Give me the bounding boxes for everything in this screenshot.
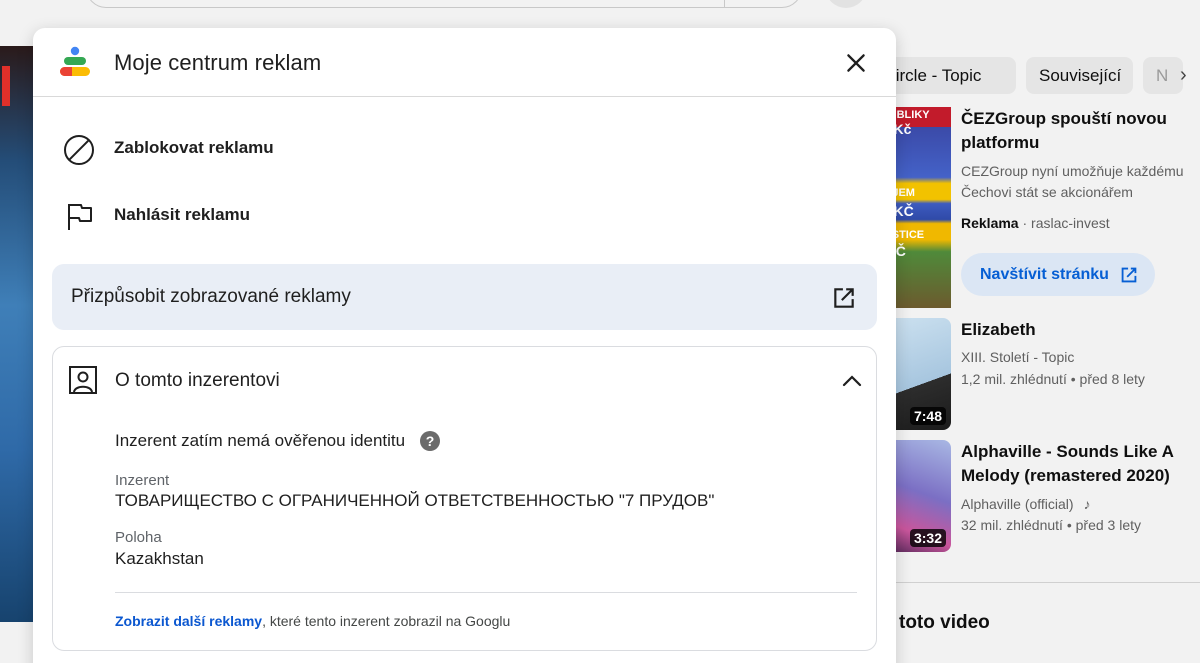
ad-description-2: Čechovi stát se akcionářem bbox=[961, 184, 1133, 200]
video-views: 32 mil. zhlédnutí bbox=[961, 517, 1063, 533]
sponsored-label: Reklama bbox=[961, 215, 1019, 231]
block-icon bbox=[64, 135, 94, 165]
search-bar[interactable] bbox=[86, 0, 802, 8]
external-link-icon bbox=[1121, 267, 1137, 283]
video-title[interactable]: Alphaville - Sounds Like A Melody (remas… bbox=[961, 440, 1200, 488]
customize-ads-label: Přizpůsobit zobrazované reklamy bbox=[71, 286, 351, 307]
verification-status: Inzerent zatím nemá ověřenou identitu bbox=[115, 431, 406, 450]
advertiser-card: O tomto inzerentovi Inzerent zatím nemá … bbox=[52, 346, 877, 651]
section-title: toto video bbox=[899, 612, 990, 633]
channel-name: Alphaville (official) bbox=[961, 496, 1074, 512]
advertiser-label: Inzerent bbox=[115, 472, 170, 489]
chip-partial[interactable]: N bbox=[1143, 57, 1183, 94]
report-ad-button[interactable]: Nahlásit reklamu bbox=[33, 185, 896, 245]
more-ads-link[interactable]: Zobrazit další reklamy bbox=[115, 613, 262, 629]
search-button[interactable] bbox=[724, 0, 802, 8]
dialog-header: Moje centrum reklam bbox=[33, 28, 896, 97]
block-ad-label: Zablokovat reklamu bbox=[114, 138, 274, 157]
close-icon[interactable] bbox=[843, 50, 869, 76]
video-channel[interactable]: Alphaville (official) ♪ bbox=[961, 493, 1090, 515]
ad-title[interactable]: ČEZGroup spouští novou platformu bbox=[961, 107, 1196, 155]
visit-site-button[interactable]: Navštívit stránku bbox=[961, 253, 1155, 296]
chip-related[interactable]: Související bbox=[1026, 57, 1133, 94]
dialog-title: Moje centrum reklam bbox=[114, 50, 322, 75]
video-age: před 3 lety bbox=[1075, 517, 1142, 533]
ad-description-1: CEZGroup nyní umožňuje každému bbox=[961, 163, 1184, 179]
visit-site-label: Navštívit stránku bbox=[980, 266, 1109, 283]
advertiser-section-title: O tomto inzerentovi bbox=[115, 370, 280, 391]
dot-separator: • bbox=[1070, 371, 1080, 387]
help-icon[interactable]: ? bbox=[420, 431, 440, 451]
duration-badge: 3:32 bbox=[909, 529, 946, 547]
advertiser-section-toggle[interactable]: O tomto inzerentovi bbox=[53, 347, 876, 413]
ad-advertiser: raslac-invest bbox=[1031, 215, 1110, 231]
advertiser-value: ТОВАРИЩЕСТВО С ОГРАНИЧЕННОЙ ОТВЕТСТВЕННО… bbox=[115, 491, 715, 510]
video-age: před 8 lety bbox=[1079, 371, 1145, 387]
video-views: 1,2 mil. zhlédnutí bbox=[961, 371, 1067, 387]
music-note-icon: ♪ bbox=[1083, 496, 1091, 512]
more-ads-rest: , které tento inzerent zobrazil na Googl… bbox=[262, 613, 511, 629]
ad-sponsor-line: Reklama · raslac-invest bbox=[961, 212, 1110, 234]
flag-icon bbox=[68, 204, 92, 230]
dot-separator: · bbox=[1022, 215, 1032, 231]
person-icon bbox=[69, 366, 97, 394]
voice-search-button[interactable] bbox=[826, 0, 866, 8]
more-ads-text: Zobrazit další reklamy, které tento inze… bbox=[115, 613, 510, 629]
video-channel[interactable]: XIII. Století - Topic bbox=[961, 346, 1074, 368]
ad-center-logo-icon bbox=[60, 46, 90, 76]
divider bbox=[115, 592, 857, 593]
video-player[interactable] bbox=[0, 46, 36, 622]
my-ad-center-dialog: Moje centrum reklam Zablokovat reklamu N… bbox=[33, 28, 896, 663]
divider bbox=[870, 582, 1200, 583]
duration-badge: 7:48 bbox=[909, 407, 946, 425]
chevron-right-icon[interactable]: › bbox=[1180, 64, 1187, 87]
block-ad-button[interactable]: Zablokovat reklamu bbox=[33, 118, 896, 178]
chevron-up-icon bbox=[842, 375, 862, 387]
location-label: Poloha bbox=[115, 529, 162, 546]
report-ad-label: Nahlásit reklamu bbox=[114, 205, 251, 224]
video-stats: 32 mil. zhlédnutí • před 3 lety bbox=[961, 514, 1141, 536]
external-link-icon bbox=[834, 288, 854, 308]
location-value: Kazakhstan bbox=[115, 549, 204, 568]
video-stats: 1,2 mil. zhlédnutí • před 8 lety bbox=[961, 368, 1145, 390]
customize-ads-button[interactable]: Přizpůsobit zobrazované reklamy bbox=[52, 264, 877, 330]
video-title[interactable]: Elizabeth bbox=[961, 318, 1196, 342]
dot-separator: • bbox=[1066, 517, 1076, 533]
